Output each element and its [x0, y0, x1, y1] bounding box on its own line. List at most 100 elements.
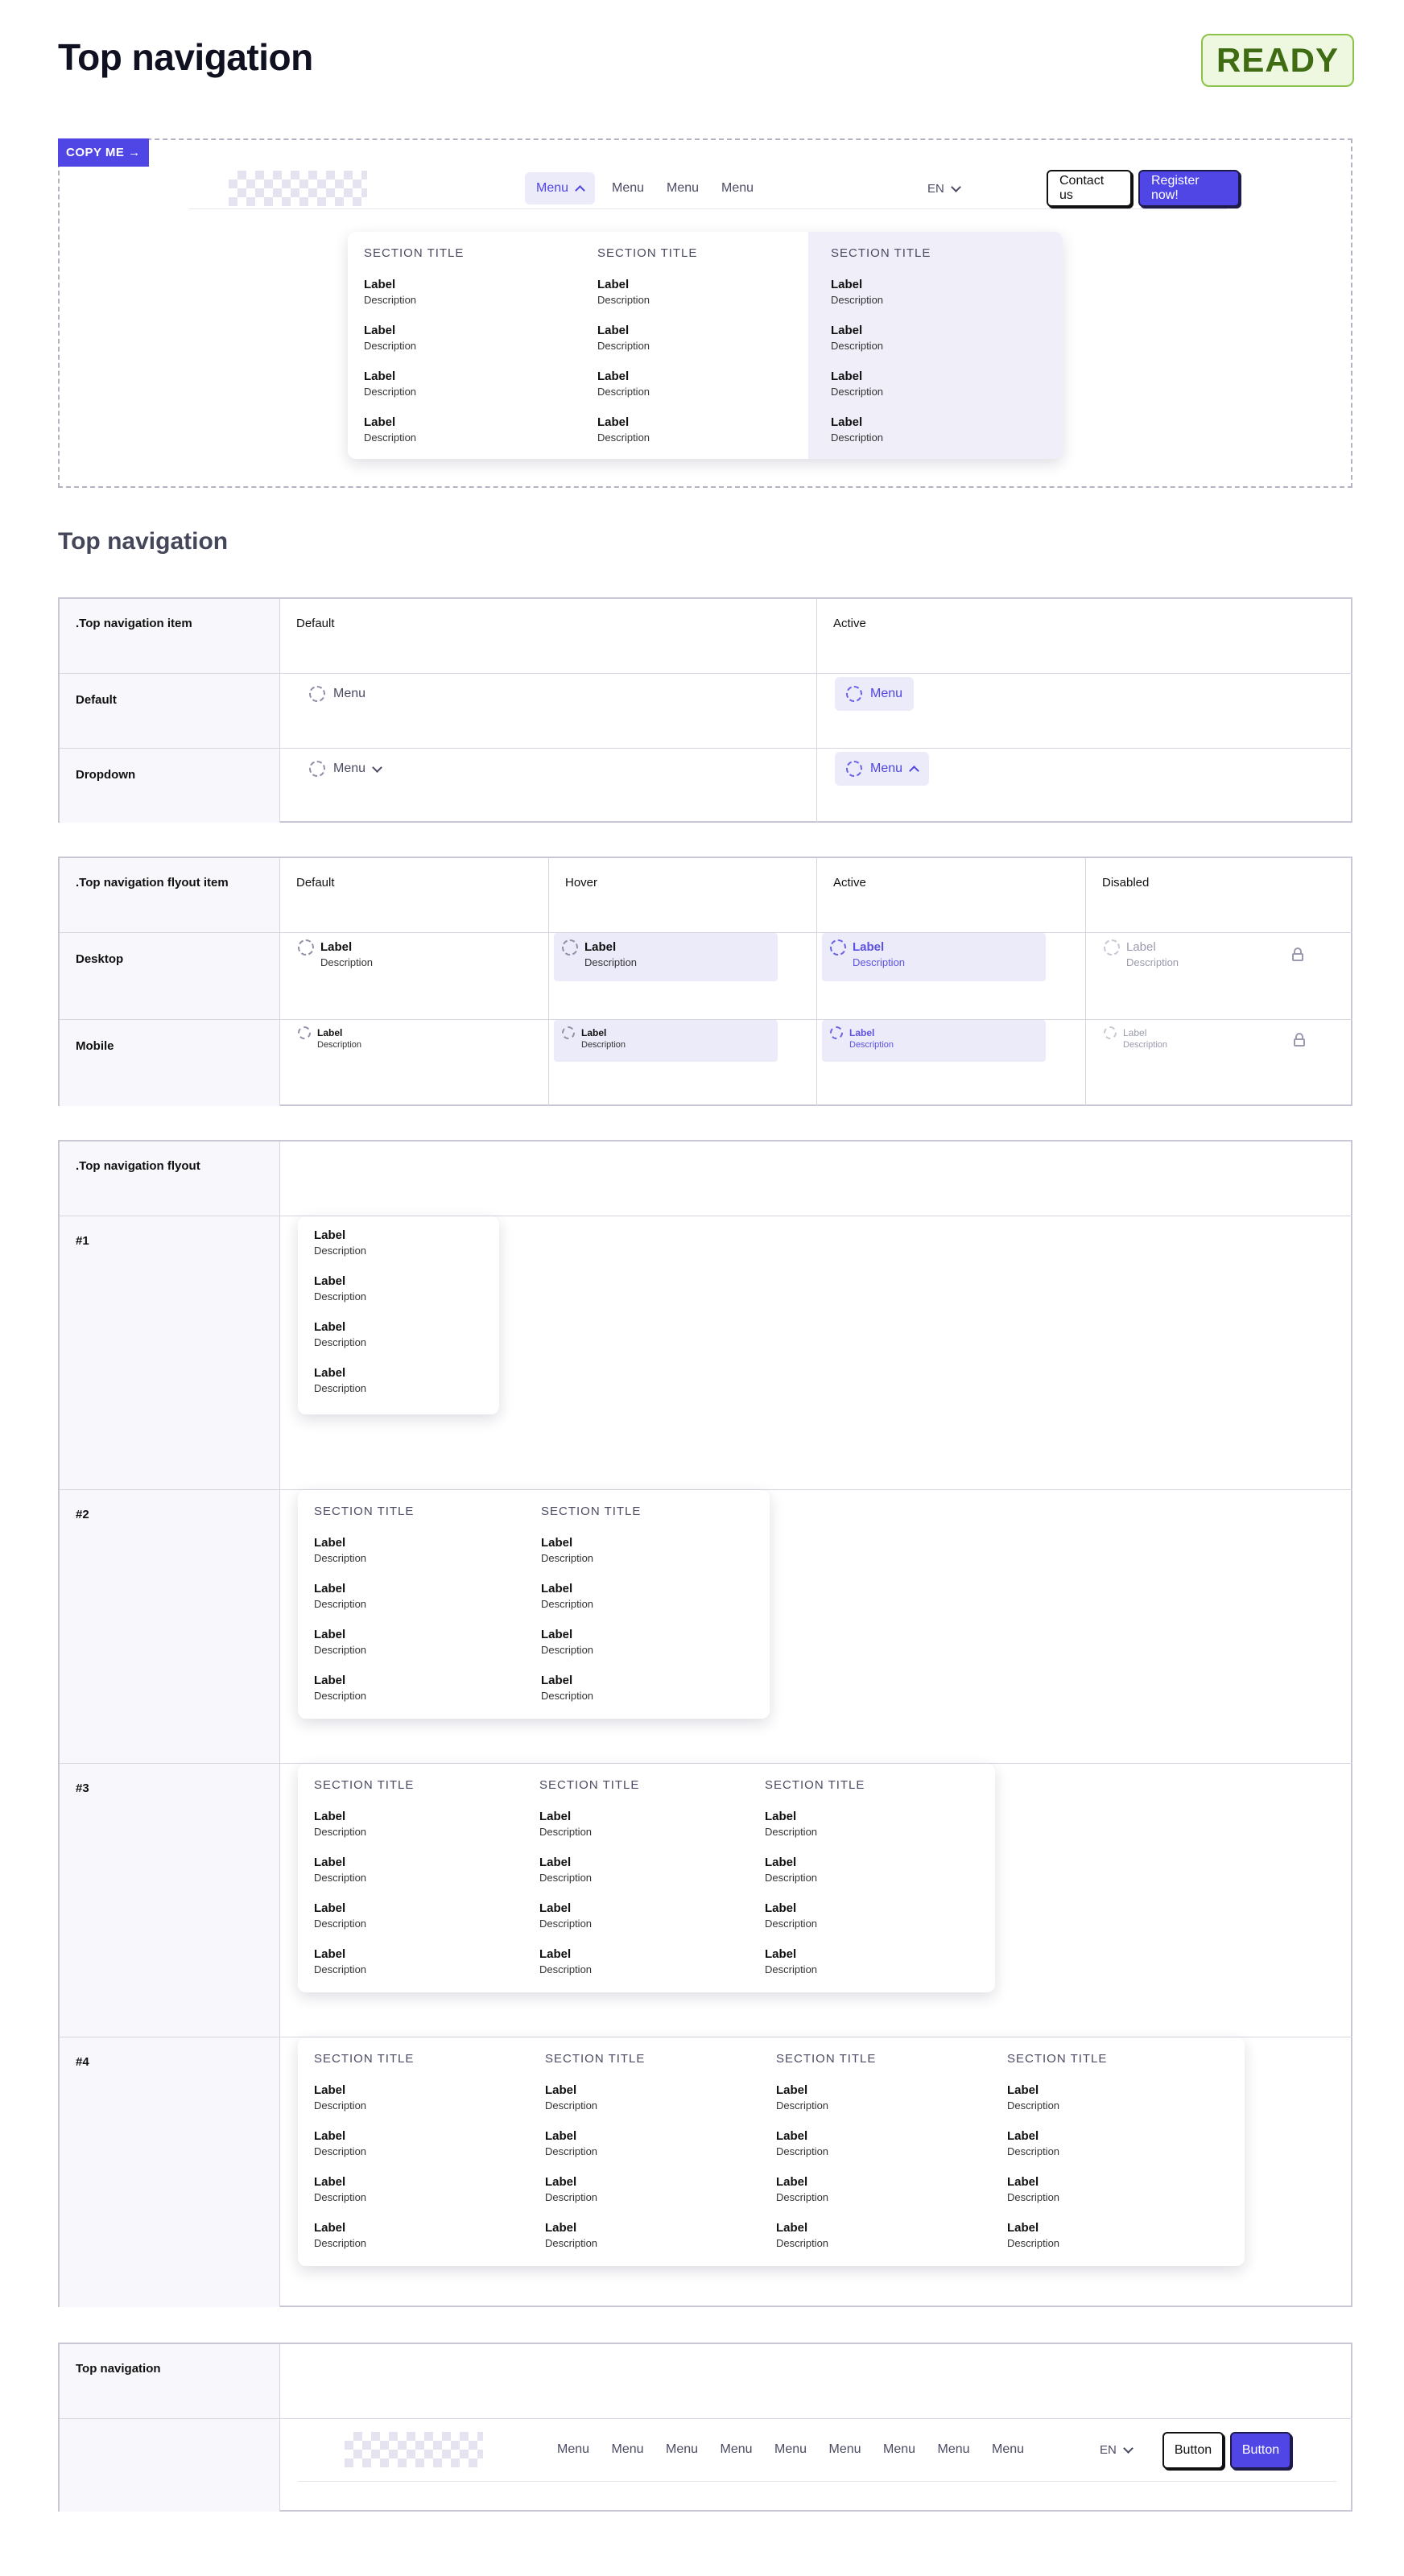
flyout-item[interactable]: Label Description [597, 323, 650, 353]
flyout-item[interactable]: Label Description [314, 1901, 366, 1931]
flyout-item-active[interactable]: Label Description [822, 933, 1046, 981]
nav-menu-item[interactable]: Menu [546, 2434, 601, 2466]
section-title: SECTION TITLE [314, 1778, 415, 1792]
flyout-item[interactable]: Label Description [545, 2174, 597, 2205]
table-header-cell: .Top navigation flyout [60, 1141, 280, 1216]
flyout-item[interactable]: Label Description [545, 2220, 597, 2251]
flyout-item[interactable]: Label Description [314, 1319, 366, 1350]
flyout-item[interactable]: Label Description [314, 1274, 366, 1304]
flyout-item[interactable]: Label Description [541, 1673, 593, 1703]
flyout-item[interactable]: Label Description [597, 369, 650, 399]
flyout-item-label: Label [765, 1810, 797, 1823]
flyout-item[interactable]: Label Description [765, 1855, 817, 1885]
flyout-item[interactable]: Label Description [539, 1901, 592, 1931]
flyout-item[interactable]: Label Description [765, 1901, 817, 1931]
nav-menu-item[interactable]: Menu [763, 2434, 818, 2466]
flyout-item-description: Description [1007, 2237, 1060, 2249]
flyout-item[interactable]: Label Description [539, 1946, 592, 1977]
nav-item-dropdown-active[interactable]: Menu [835, 752, 930, 786]
nav-menu-item[interactable]: Menu [655, 2434, 709, 2466]
contact-us-button[interactable]: Contact us [1047, 170, 1132, 207]
flyout-item[interactable]: Label Description [314, 1228, 366, 1258]
nav-item-dropdown-default[interactable]: Menu [298, 752, 392, 786]
flyout-item[interactable]: Label Description [831, 369, 883, 399]
nav-menu-item[interactable]: Menu [872, 2434, 927, 2466]
flyout-item[interactable]: Label Description [545, 2083, 597, 2113]
row-header: #1 [60, 1216, 280, 1490]
language-selector[interactable]: EN [927, 172, 961, 204]
flyout-item[interactable]: Label Description [314, 1627, 366, 1657]
flyout-item-description: Description [776, 2099, 829, 2112]
flyout-item[interactable]: Label Description [545, 2128, 597, 2159]
flyout-item[interactable]: Label Description [776, 2220, 828, 2251]
flyout-item[interactable]: Label Description [364, 415, 416, 445]
nav-menu-item-1[interactable]: Menu [525, 172, 596, 204]
lock-icon [1294, 1033, 1305, 1046]
flyout-item[interactable]: Label Description [539, 1855, 592, 1885]
flyout-item[interactable]: Label Description [831, 277, 883, 308]
nav-menu-item[interactable]: Menu [601, 2434, 655, 2466]
flyout-item-label: Label [545, 2083, 577, 2097]
flyout-item[interactable]: Label Description [765, 1946, 817, 1977]
language-selector[interactable]: EN [1100, 2434, 1134, 2466]
flyout-item-label: Label [545, 2221, 577, 2235]
flyout-item-mobile-hover[interactable]: Label Description [554, 1020, 778, 1062]
nav-menu-item[interactable]: Menu [927, 2434, 981, 2466]
flyout-item-mobile-active[interactable]: Label Description [822, 1020, 1046, 1062]
flyout-item[interactable]: Label Description [314, 2128, 366, 2159]
flyout-item[interactable]: Label Description [1007, 2128, 1059, 2159]
flyout-item-label: Label [314, 1274, 346, 1288]
flyout-item-label: Label [597, 278, 630, 291]
flyout-item-label: Label [314, 2221, 346, 2235]
nav-menu-item-2[interactable]: Menu [601, 172, 655, 204]
nav-item-default[interactable]: Menu [298, 677, 377, 711]
flyout-item[interactable]: Label Description [541, 1581, 593, 1612]
flyout-item[interactable]: Label Description [364, 277, 416, 308]
flyout-item[interactable]: Label Description [364, 323, 416, 353]
flyout-item[interactable]: Label Description [597, 415, 650, 445]
flyout-item[interactable]: Label Description [776, 2128, 828, 2159]
flyout-item[interactable]: Label Description [1007, 2174, 1059, 2205]
flyout-item-mobile-default[interactable]: Label Description [290, 1020, 514, 1062]
flyout-item-description: Description [776, 2145, 829, 2157]
flyout-item-default[interactable]: Label Description [290, 933, 514, 981]
flyout-item[interactable]: Label Description [539, 1809, 592, 1839]
flyout-item[interactable]: Label Description [831, 323, 883, 353]
nav-item-active[interactable]: Menu [835, 677, 915, 711]
placeholder-icon [298, 1026, 311, 1039]
flyout-item[interactable]: Label Description [776, 2174, 828, 2205]
flyout-item[interactable]: Label Description [314, 1855, 366, 1885]
flyout-item[interactable]: Label Description [314, 2174, 366, 2205]
placeholder-icon [846, 761, 862, 777]
nav-menu-item-4[interactable]: Menu [710, 172, 765, 204]
flyout-item[interactable]: Label Description [776, 2083, 828, 2113]
secondary-button[interactable]: Button [1162, 2432, 1224, 2469]
nav-menu-item[interactable]: Menu [818, 2434, 873, 2466]
flyout-item[interactable]: Label Description [541, 1627, 593, 1657]
flyout-item[interactable]: Label Description [541, 1535, 593, 1566]
nav-menu-item[interactable]: Menu [709, 2434, 764, 2466]
flyout-item[interactable]: Label Description [314, 1809, 366, 1839]
nav-menu-item-3[interactable]: Menu [655, 172, 710, 204]
register-button[interactable]: Register now! [1138, 170, 1240, 207]
flyout-item[interactable]: Label Description [597, 277, 650, 308]
flyout-item[interactable]: Label Description [314, 2083, 366, 2113]
flyout-item[interactable]: Label Description [314, 1535, 366, 1566]
flyout-item-label: Label [831, 369, 863, 383]
flyout-item[interactable]: Label Description [1007, 2083, 1059, 2113]
copy-me-button[interactable]: COPY ME → [58, 138, 149, 167]
flyout-item[interactable]: Label Description [364, 369, 416, 399]
flyout-item[interactable]: Label Description [314, 1581, 366, 1612]
flyout-item[interactable]: Label Description [765, 1809, 817, 1839]
flyout-item[interactable]: Label Description [314, 2220, 366, 2251]
flyout-item[interactable]: Label Description [314, 1673, 366, 1703]
nav-menu-item[interactable]: Menu [981, 2434, 1035, 2466]
flyout-item-description: Description [541, 1598, 594, 1610]
flyout-item[interactable]: Label Description [831, 415, 883, 445]
flyout-item-hover[interactable]: Label Description [554, 933, 778, 981]
flyout-item-label: Label [364, 278, 396, 291]
primary-button[interactable]: Button [1230, 2432, 1291, 2469]
flyout-item[interactable]: Label Description [314, 1946, 366, 1977]
flyout-item[interactable]: Label Description [314, 1365, 366, 1396]
flyout-item[interactable]: Label Description [1007, 2220, 1059, 2251]
